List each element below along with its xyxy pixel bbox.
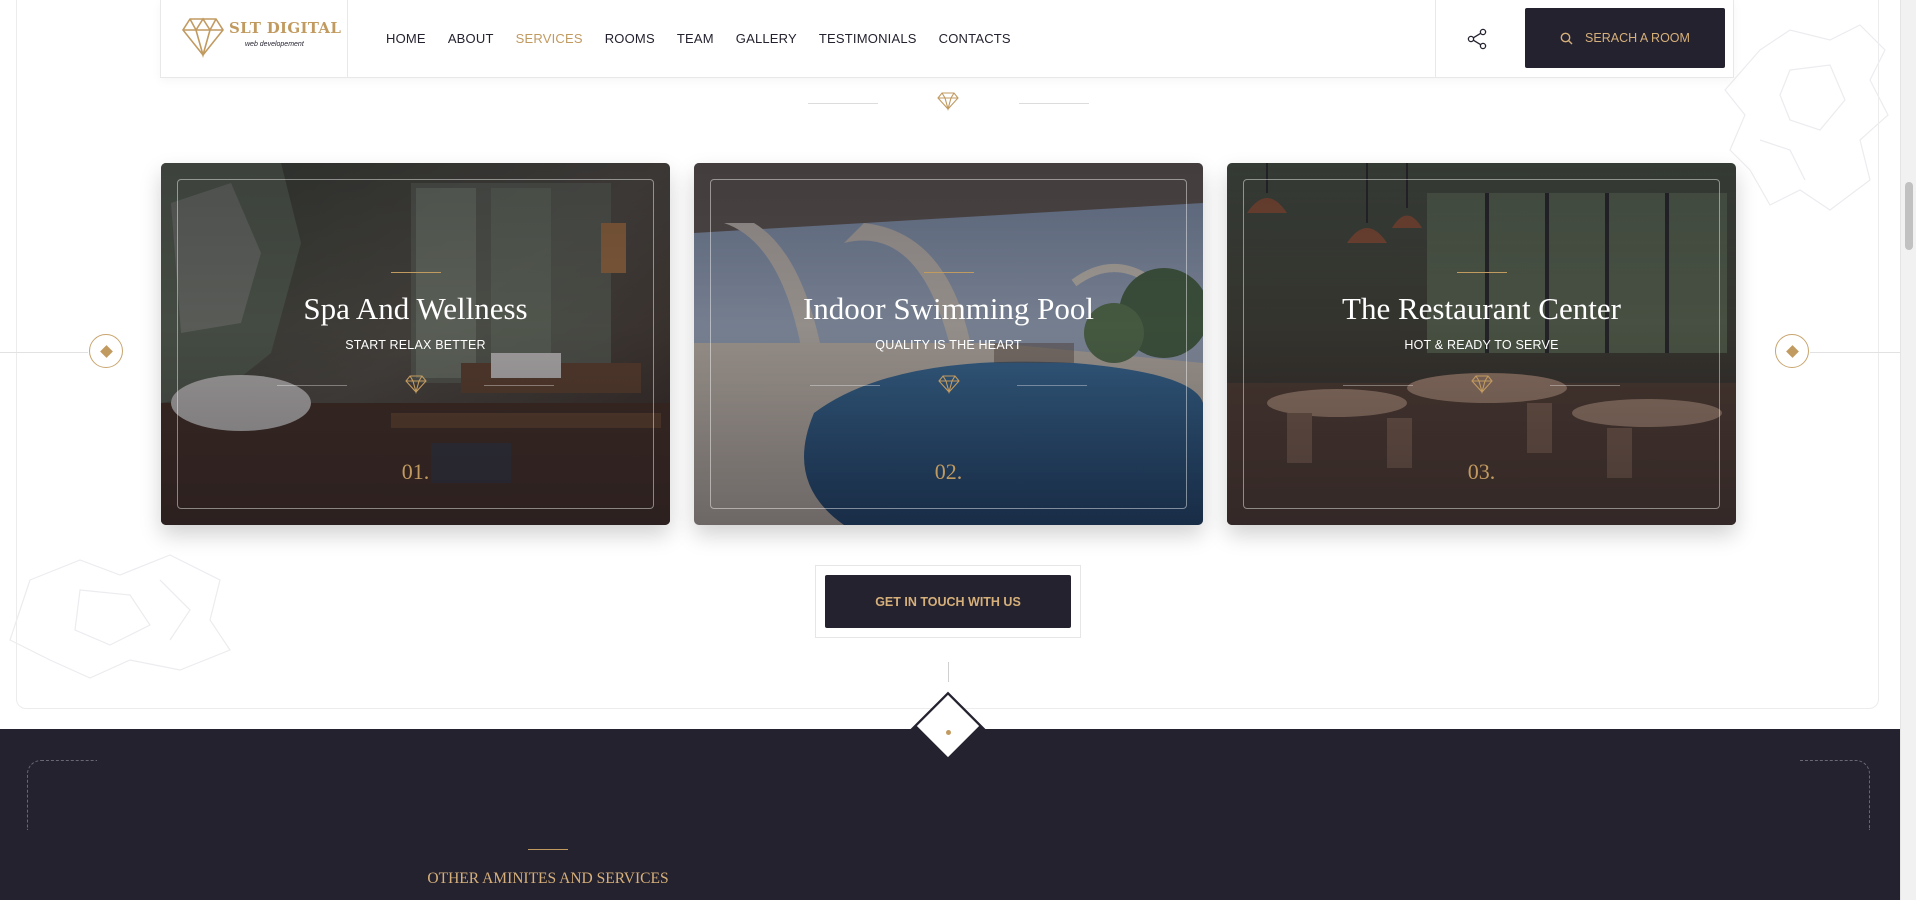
search-room-button[interactable]: SERACH A ROOM bbox=[1525, 8, 1725, 68]
cta-connector-line bbox=[948, 662, 949, 682]
card-number: 02. bbox=[934, 459, 963, 484]
slider-prev-button[interactable] bbox=[89, 334, 123, 368]
card-divider-left bbox=[810, 385, 880, 386]
page-scrollbar[interactable] bbox=[1900, 0, 1916, 900]
card-divider-right bbox=[1550, 385, 1620, 386]
notch-dot bbox=[946, 730, 951, 735]
cta-frame: GET IN TOUCH WITH US bbox=[815, 565, 1081, 638]
main-nav: HOME ABOUT SERVICES ROOMS TEAM GALLERY T… bbox=[386, 0, 1033, 77]
side-line-right bbox=[1810, 352, 1900, 353]
card-divider-right bbox=[484, 385, 554, 386]
card-divider-left bbox=[277, 385, 347, 386]
share-button[interactable] bbox=[1435, 0, 1517, 77]
amenities-heading: OTHER AMINITES AND SERVICES bbox=[427, 870, 669, 887]
nav-item-about[interactable]: ABOUT bbox=[448, 31, 494, 46]
card-title: The Restaurant Center bbox=[1342, 291, 1621, 326]
logo[interactable]: SLT DIGITAL web developement bbox=[161, 0, 348, 77]
diamond-icon bbox=[1785, 344, 1799, 358]
ornament-line-left bbox=[808, 103, 878, 104]
logo-tagline: web developement bbox=[245, 41, 304, 48]
diamond-icon bbox=[1470, 375, 1493, 394]
service-card-pool[interactable]: Indoor Swimming Pool QUALITY IS THE HEAR… bbox=[694, 163, 1203, 525]
card-subtitle: HOT & READY TO SERVE bbox=[1404, 338, 1559, 352]
nav-item-team[interactable]: TEAM bbox=[677, 31, 714, 46]
card-divider-left bbox=[1343, 385, 1413, 386]
card-number: 01. bbox=[401, 459, 430, 484]
dashed-corner-left bbox=[27, 760, 97, 830]
card-title: Indoor Swimming Pool bbox=[802, 291, 1095, 326]
nav-item-home[interactable]: HOME bbox=[386, 31, 426, 46]
slider-next-button[interactable] bbox=[1775, 334, 1809, 368]
heading-gold-line bbox=[528, 849, 568, 850]
card-gold-line bbox=[390, 272, 441, 273]
nav-item-services[interactable]: SERVICES bbox=[516, 31, 583, 46]
nav-item-rooms[interactable]: ROOMS bbox=[605, 31, 655, 46]
diamond-icon bbox=[99, 344, 113, 358]
card-gold-line bbox=[923, 272, 974, 273]
service-card-restaurant[interactable]: The Restaurant Center HOT & READY TO SER… bbox=[1227, 163, 1736, 525]
diamond-ornament-icon bbox=[937, 92, 959, 111]
card-subtitle: QUALITY IS THE HEART bbox=[875, 338, 1022, 352]
nav-item-testimonials[interactable]: TESTIMONIALS bbox=[819, 31, 917, 46]
side-line-left bbox=[0, 352, 88, 353]
dashed-corner-right bbox=[1800, 760, 1870, 830]
card-title: Spa And Wellness bbox=[303, 291, 528, 326]
search-room-label: SERACH A ROOM bbox=[1585, 31, 1690, 45]
scrollbar-thumb[interactable] bbox=[1905, 182, 1913, 250]
service-card-spa[interactable]: Spa And Wellness START RELAX BETTER 01. bbox=[161, 163, 670, 525]
get-in-touch-button[interactable]: GET IN TOUCH WITH US bbox=[825, 575, 1071, 628]
card-subtitle: START RELAX BETTER bbox=[345, 338, 486, 352]
nav-item-gallery[interactable]: GALLERY bbox=[736, 31, 797, 46]
search-icon bbox=[1560, 32, 1573, 44]
card-gold-line bbox=[1456, 272, 1507, 273]
diamond-icon bbox=[937, 375, 960, 394]
logo-title: SLT DIGITAL bbox=[229, 19, 342, 37]
diamond-icon bbox=[404, 375, 427, 394]
share-icon bbox=[1467, 28, 1486, 49]
card-divider-right bbox=[1017, 385, 1087, 386]
ornament-line-right bbox=[1019, 103, 1089, 104]
diamond-logo-icon bbox=[182, 17, 224, 58]
card-number: 03. bbox=[1467, 459, 1496, 484]
nav-item-contacts[interactable]: CONTACTS bbox=[939, 31, 1011, 46]
site-header: SLT DIGITAL web developement HOME ABOUT … bbox=[160, 0, 1734, 78]
